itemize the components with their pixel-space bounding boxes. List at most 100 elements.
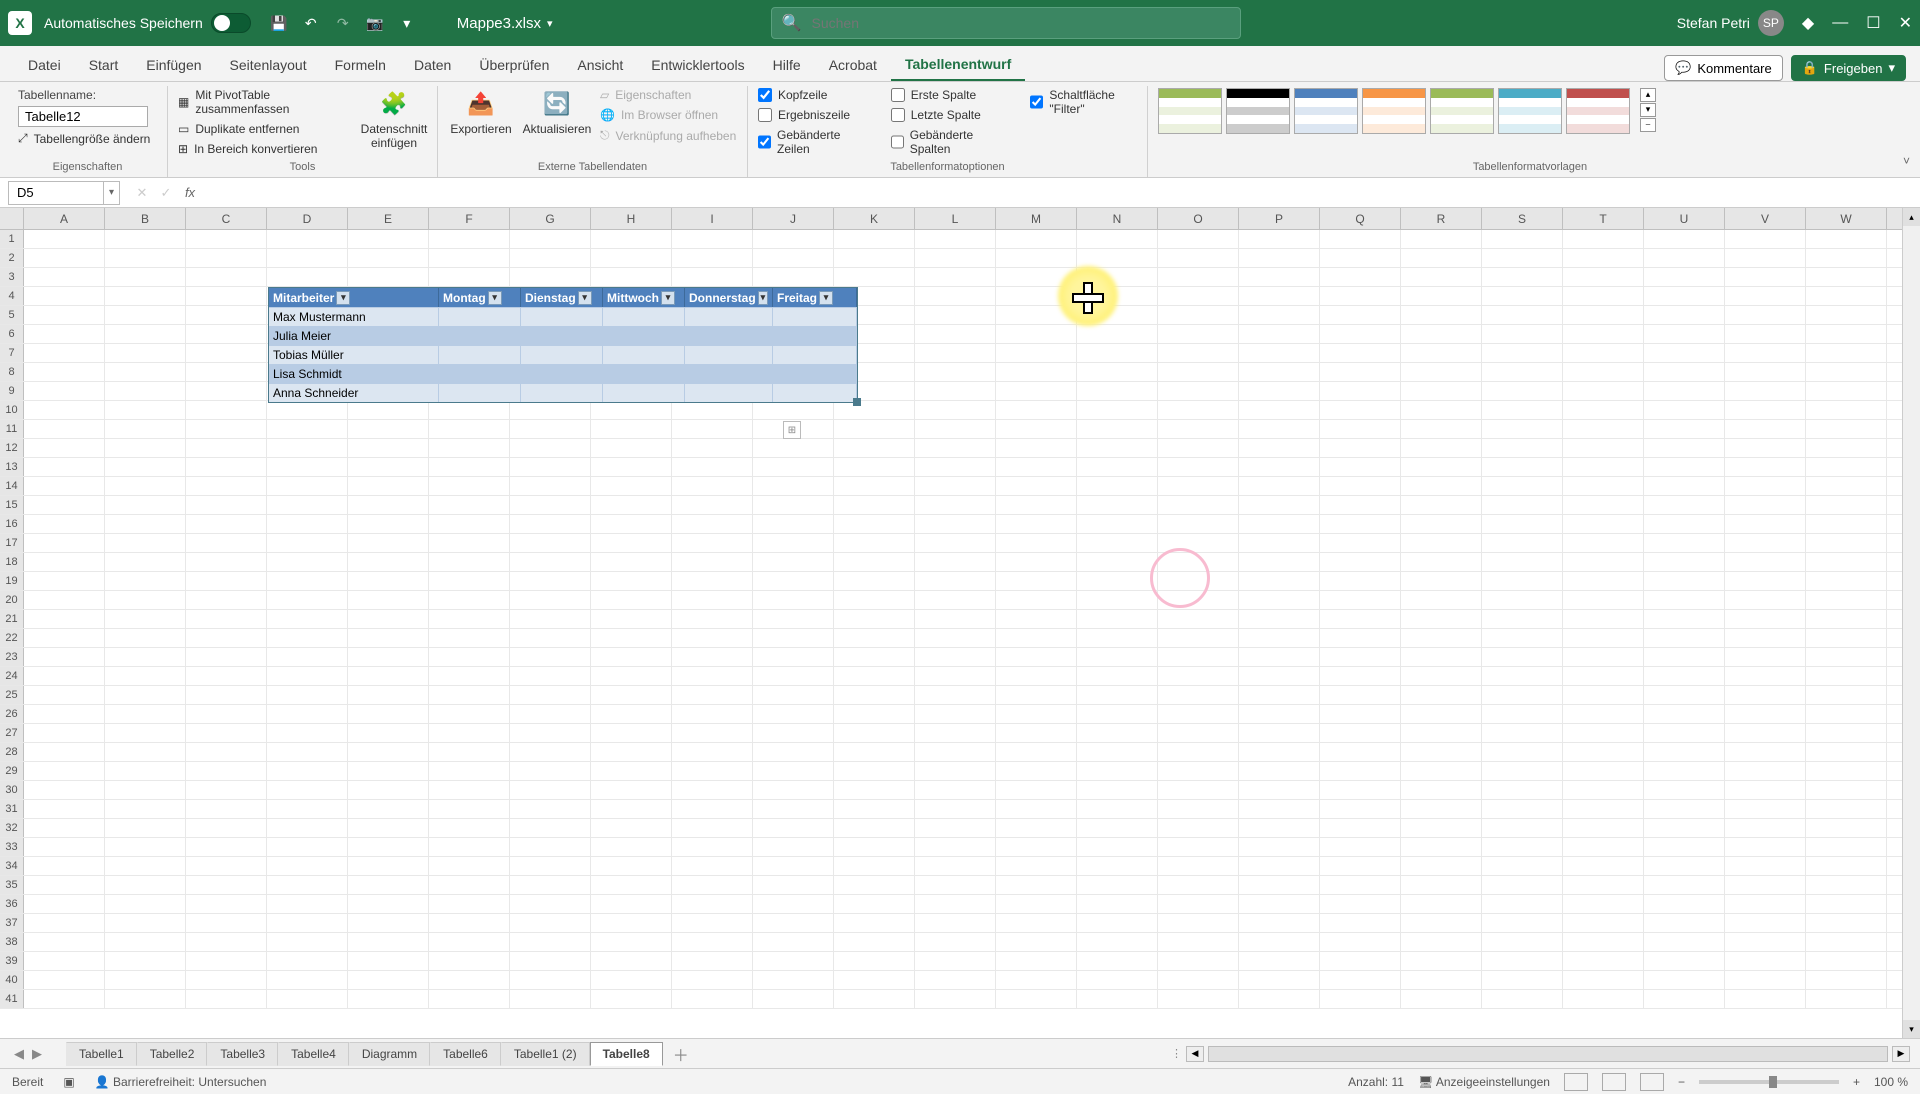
cell[interactable] xyxy=(1401,914,1482,932)
row-header-31[interactable]: 31 xyxy=(0,800,24,818)
table-header-3[interactable]: Mittwoch▾ xyxy=(603,288,685,307)
cell[interactable] xyxy=(186,724,267,742)
ribbon-tab-formeln[interactable]: Formeln xyxy=(321,49,400,81)
cell[interactable] xyxy=(429,743,510,761)
cell[interactable] xyxy=(186,876,267,894)
cell[interactable] xyxy=(186,743,267,761)
cell[interactable] xyxy=(1320,990,1401,1008)
cell[interactable] xyxy=(186,990,267,1008)
cell[interactable] xyxy=(429,933,510,951)
cell[interactable] xyxy=(1482,344,1563,362)
row-header-7[interactable]: 7 xyxy=(0,344,24,362)
cell[interactable] xyxy=(591,249,672,267)
cell[interactable] xyxy=(1725,553,1806,571)
cell[interactable] xyxy=(510,648,591,666)
cell[interactable] xyxy=(1401,287,1482,305)
cell[interactable] xyxy=(834,439,915,457)
ribbon-tab-daten[interactable]: Daten xyxy=(400,49,465,81)
cell[interactable] xyxy=(348,686,429,704)
cell[interactable] xyxy=(753,857,834,875)
cell[interactable] xyxy=(1563,629,1644,647)
cell[interactable] xyxy=(1077,648,1158,666)
cell[interactable] xyxy=(1644,287,1725,305)
table-cell[interactable] xyxy=(603,307,685,326)
cancel-formula-icon[interactable]: ✕ xyxy=(130,181,154,205)
sheet-tab-tabelle3[interactable]: Tabelle3 xyxy=(207,1042,278,1066)
cell[interactable] xyxy=(1401,800,1482,818)
table-cell[interactable] xyxy=(773,364,857,383)
cell[interactable] xyxy=(915,819,996,837)
row-header-26[interactable]: 26 xyxy=(0,705,24,723)
row-header-12[interactable]: 12 xyxy=(0,439,24,457)
cell[interactable] xyxy=(591,667,672,685)
cell[interactable] xyxy=(1563,819,1644,837)
formula-input[interactable] xyxy=(202,181,1920,205)
cell[interactable] xyxy=(24,363,105,381)
cell[interactable] xyxy=(24,990,105,1008)
cell[interactable] xyxy=(24,591,105,609)
cell[interactable] xyxy=(1320,572,1401,590)
ribbon-tab-start[interactable]: Start xyxy=(75,49,133,81)
cell[interactable] xyxy=(1401,648,1482,666)
row-header-23[interactable]: 23 xyxy=(0,648,24,666)
cell[interactable] xyxy=(1320,933,1401,951)
table-cell[interactable] xyxy=(439,307,521,326)
cell[interactable] xyxy=(510,629,591,647)
cell[interactable] xyxy=(1482,876,1563,894)
cell[interactable] xyxy=(1806,325,1887,343)
row-header-11[interactable]: 11 xyxy=(0,420,24,438)
cell[interactable] xyxy=(267,268,348,286)
cell[interactable] xyxy=(105,496,186,514)
row-header-6[interactable]: 6 xyxy=(0,325,24,343)
cell[interactable] xyxy=(753,990,834,1008)
cell[interactable] xyxy=(672,591,753,609)
cell[interactable] xyxy=(915,287,996,305)
column-header-T[interactable]: T xyxy=(1563,208,1644,229)
cell[interactable] xyxy=(1482,325,1563,343)
cell[interactable] xyxy=(915,439,996,457)
cell[interactable] xyxy=(996,363,1077,381)
cell[interactable] xyxy=(1644,230,1725,248)
cell[interactable] xyxy=(1158,306,1239,324)
filter-dropdown-icon[interactable]: ▾ xyxy=(661,291,675,305)
cell[interactable] xyxy=(1563,382,1644,400)
cell[interactable] xyxy=(186,325,267,343)
cell[interactable] xyxy=(1806,515,1887,533)
cell[interactable] xyxy=(996,325,1077,343)
cell[interactable] xyxy=(834,971,915,989)
cell[interactable] xyxy=(1563,971,1644,989)
ribbon-tab-entwicklertools[interactable]: Entwicklertools xyxy=(637,49,758,81)
cell[interactable] xyxy=(186,952,267,970)
cell[interactable] xyxy=(915,610,996,628)
cell[interactable] xyxy=(1644,344,1725,362)
cell[interactable] xyxy=(1320,686,1401,704)
cell[interactable] xyxy=(915,686,996,704)
cell[interactable] xyxy=(1644,268,1725,286)
cell[interactable] xyxy=(24,686,105,704)
table-cell[interactable] xyxy=(773,345,857,364)
cell[interactable] xyxy=(348,230,429,248)
cell[interactable] xyxy=(1401,629,1482,647)
cell[interactable] xyxy=(1401,667,1482,685)
cell[interactable] xyxy=(510,268,591,286)
cell[interactable] xyxy=(1644,572,1725,590)
cell[interactable] xyxy=(1239,249,1320,267)
cell[interactable] xyxy=(510,781,591,799)
cell[interactable] xyxy=(267,724,348,742)
cell[interactable] xyxy=(591,572,672,590)
cell[interactable] xyxy=(753,876,834,894)
cell[interactable] xyxy=(1725,382,1806,400)
cell[interactable] xyxy=(1644,591,1725,609)
table-cell[interactable] xyxy=(521,326,603,345)
zoom-out-icon[interactable]: − xyxy=(1678,1075,1685,1089)
cell[interactable] xyxy=(24,743,105,761)
cell[interactable] xyxy=(1563,401,1644,419)
cell[interactable] xyxy=(1482,439,1563,457)
table-cell[interactable] xyxy=(685,326,773,345)
cell[interactable] xyxy=(591,648,672,666)
cell[interactable] xyxy=(1401,762,1482,780)
cell[interactable] xyxy=(267,534,348,552)
cell[interactable] xyxy=(1239,572,1320,590)
cell[interactable] xyxy=(1239,458,1320,476)
column-header-R[interactable]: R xyxy=(1401,208,1482,229)
